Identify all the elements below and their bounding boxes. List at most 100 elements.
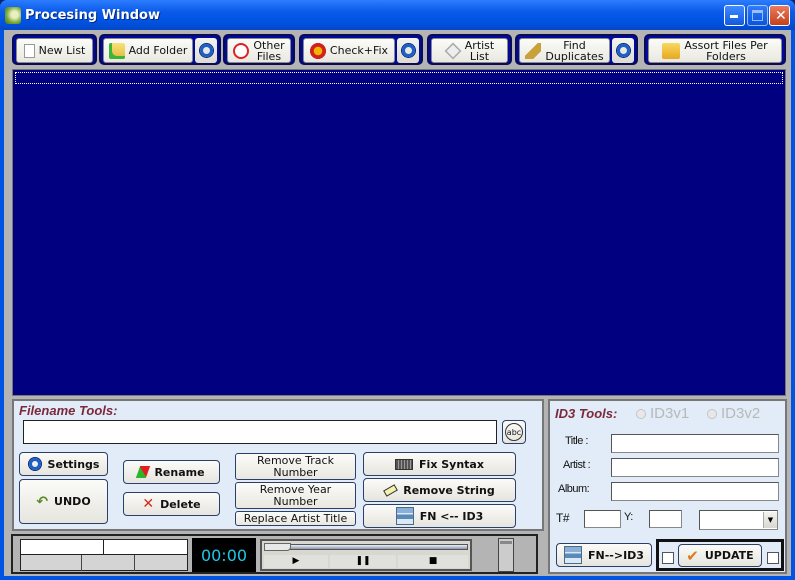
rename-button[interactable]: Rename [123,460,220,484]
rename-icon [136,466,151,478]
fix-syntax-label: Fix Syntax [419,457,484,471]
time-display: 00:00 [192,538,256,572]
delete-icon: ✕ [142,496,155,512]
no-music-icon [233,42,250,59]
minimize-button[interactable] [724,5,745,26]
add-folder-settings-button[interactable] [195,38,217,63]
undo-button[interactable]: ↶ UNDO [19,479,108,524]
remove-track-number-button[interactable]: Remove Track Number [235,453,356,480]
audio-player: 00:00 ▶ ❚❚ ■ [11,534,538,574]
seek-thumb[interactable] [264,543,291,551]
track-label: T# [556,511,570,525]
artist-list-label: Artist List [464,38,495,63]
play-button[interactable]: ▶ [264,555,328,568]
artist-list-button[interactable]: Artist List [431,38,508,63]
file-list[interactable] [12,69,786,396]
track-info-display [20,539,188,571]
check-fix-button[interactable]: Check+Fix [303,38,395,63]
id3v2-radio[interactable]: ID3v2 [707,405,760,422]
check-fix-label: Check+Fix [329,44,389,57]
transport-panel: ▶ ❚❚ ■ [260,539,472,571]
settings-button[interactable]: Settings [19,452,108,476]
title-label: Title : [565,435,589,447]
update-label: UPDATE [704,549,754,562]
stop-button[interactable]: ■ [398,555,468,568]
title-bar: Procesing Window ✕ [0,0,795,30]
volume-slider[interactable] [498,538,514,572]
maximize-button[interactable] [747,5,768,26]
play-icon: ▶ [292,556,300,566]
find-duplicates-settings-button[interactable] [612,38,634,63]
radio-circle-icon [636,408,646,419]
fn-to-id3-button[interactable]: FN-->ID3 [556,543,652,567]
track-field[interactable] [584,510,621,528]
radio-device-icon [395,458,414,470]
album-field[interactable] [611,482,779,501]
rename-label: Rename [154,465,205,479]
update-button[interactable]: ✔ UPDATE [678,544,762,567]
assort-files-group: Assort Files Per Folders [644,34,786,65]
find-duplicates-group: Find Duplicates [515,34,638,65]
check-fix-settings-button[interactable] [397,38,419,63]
pause-icon: ❚❚ [355,556,371,566]
remove-year-number-button[interactable]: Remove Year Number [235,482,356,509]
new-list-group: New List [12,34,97,65]
filename-tools-header: Filename Tools: [19,403,118,418]
stop-icon: ■ [428,556,438,566]
spellcheck-button[interactable]: abc [502,420,526,444]
remove-string-label: Remove String [403,483,495,497]
settings-label: Settings [47,457,100,471]
gear-fix-icon [309,42,326,59]
id3-tags-icon [395,507,414,525]
remove-string-button[interactable]: Remove String [363,478,516,502]
assort-files-label: Assort Files Per Folders [684,38,768,63]
client-area: New List Add Folder Other Files Check+Fix [4,30,791,576]
gear-icon [199,44,213,57]
chevron-down-icon[interactable]: ▼ [763,512,777,528]
title-field[interactable] [611,434,779,453]
artist-label: Artist : [563,459,591,471]
artist-field[interactable] [611,458,779,477]
undo-icon: ↶ [36,493,49,510]
list-header-row[interactable] [15,72,783,84]
new-list-button[interactable]: New List [16,38,93,63]
delete-button[interactable]: ✕ Delete [123,492,220,516]
add-folder-label: Add Folder [128,44,188,57]
id3v1-radio[interactable]: ID3v1 [636,405,689,422]
album-label: Album: [558,483,590,495]
year-field[interactable] [649,510,682,528]
year-label: Y: [624,511,633,523]
find-duplicates-button[interactable]: Find Duplicates [519,38,610,63]
broom-icon [525,42,542,59]
checkmark-icon: ✔ [686,546,699,565]
pause-button[interactable]: ❚❚ [330,555,396,568]
fix-syntax-button[interactable]: Fix Syntax [363,452,516,476]
find-duplicates-label: Find Duplicates [545,38,604,63]
app-icon [5,7,21,24]
filename-tools-panel: Filename Tools: abc Settings ↶ UNDO Rena… [12,399,544,531]
artist-list-group: Artist List [427,34,512,65]
fn-from-id3-label: FN <-- ID3 [419,509,484,523]
document-icon [23,43,35,58]
other-files-button[interactable]: Other Files [227,38,291,63]
folder-add-icon [108,42,125,59]
other-files-label: Other Files [253,38,285,63]
id3-tools-panel: ID3 Tools: ID3v1 ID3v2 Title : Artist : … [548,399,787,574]
folder-music-icon [662,42,681,59]
new-list-label: New List [38,44,86,57]
add-folder-button[interactable]: Add Folder [103,38,193,63]
gear-icon [616,44,630,57]
replace-artist-title-button[interactable]: Replace Artist Title [235,511,356,526]
update-left-checkbox[interactable] [662,552,674,564]
close-button[interactable]: ✕ [769,5,790,26]
processing-window: Procesing Window ✕ New List Add Folder O… [0,0,795,580]
fn-from-id3-button[interactable]: FN <-- ID3 [363,504,516,528]
assort-files-button[interactable]: Assort Files Per Folders [648,38,782,63]
seek-slider[interactable] [264,544,468,550]
update-group: ✔ UPDATE [656,539,784,571]
update-right-checkbox[interactable] [767,552,779,564]
gear-icon [28,457,42,471]
delete-label: Delete [160,497,201,511]
volume-thumb[interactable] [500,541,512,544]
filename-input[interactable] [23,420,497,444]
